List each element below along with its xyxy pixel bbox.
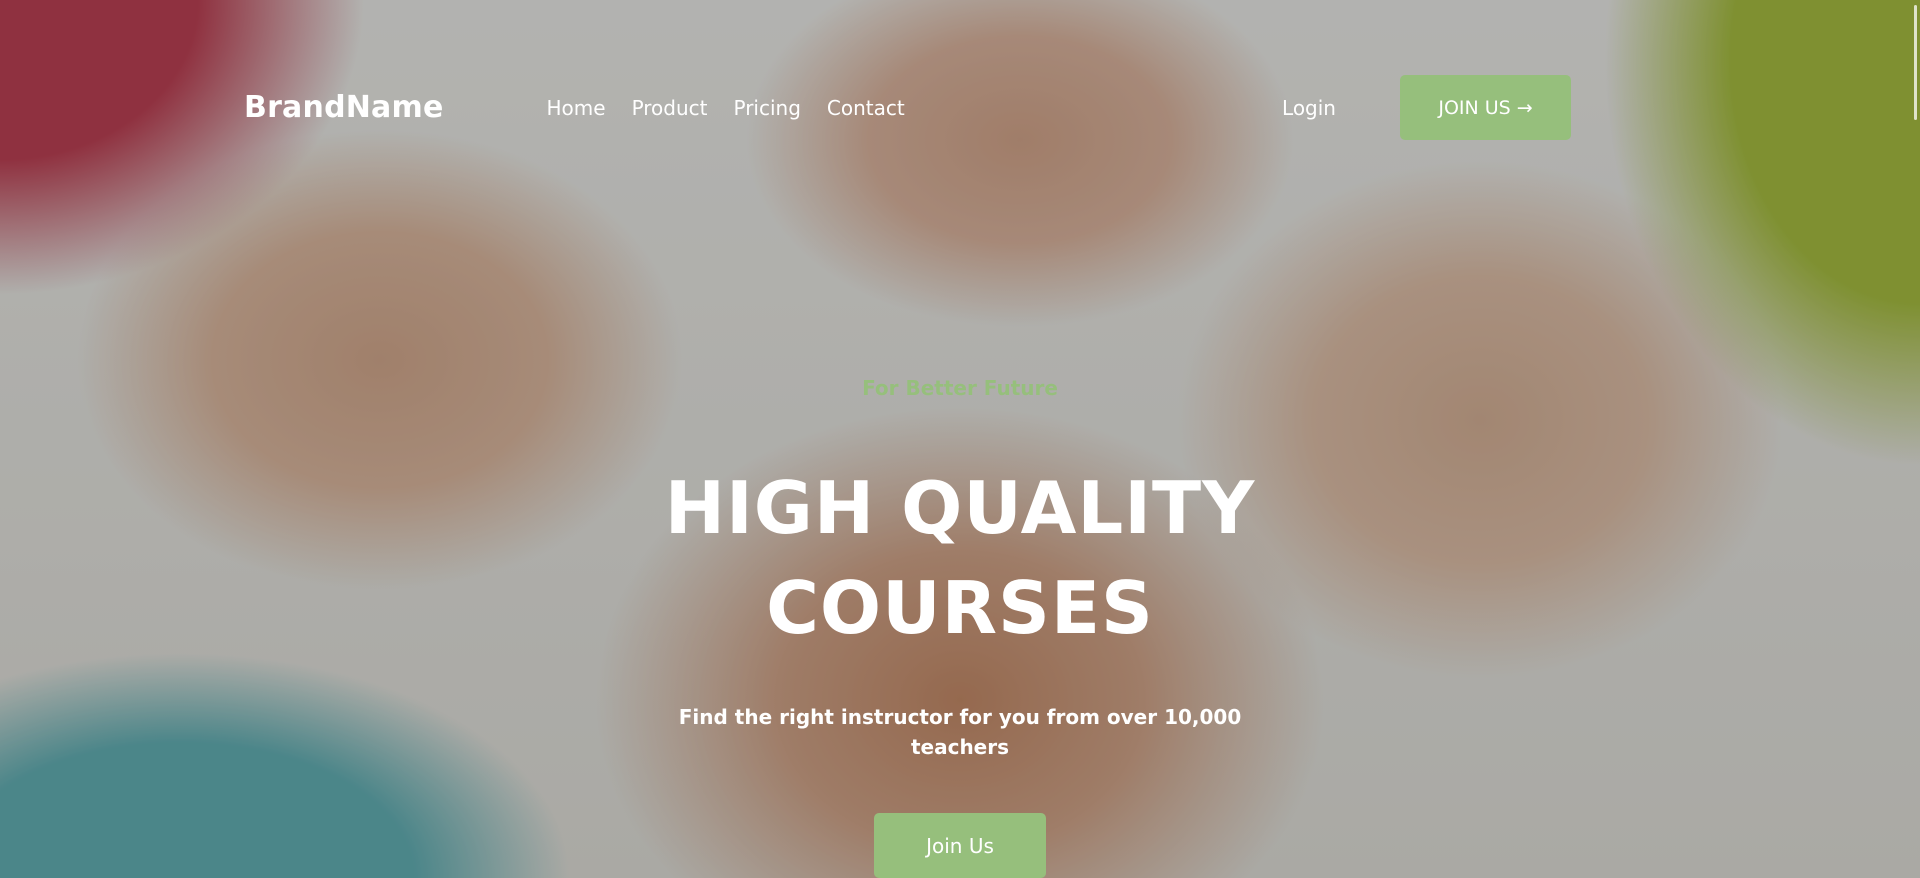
main-nav: Home Product Pricing Contact	[547, 96, 905, 120]
nav-contact[interactable]: Contact	[827, 96, 905, 120]
join-us-label: JOIN US	[1438, 96, 1511, 119]
hero-section: BrandName Home Product Pricing Contact L…	[0, 0, 1920, 878]
hero-tagline: For Better Future	[862, 376, 1058, 400]
headline-line-2: COURSES	[766, 566, 1154, 650]
hero-join-button[interactable]: Join Us	[874, 813, 1046, 878]
page-scrollbar[interactable]	[1910, 0, 1920, 878]
arrow-right-icon: →	[1516, 96, 1533, 119]
nav-home[interactable]: Home	[547, 96, 606, 120]
login-link[interactable]: Login	[1282, 96, 1336, 120]
brand-logo[interactable]: BrandName	[244, 90, 444, 125]
hero-headline: HIGH QUALITY COURSES	[0, 458, 1920, 658]
hero-subtitle: Find the right instructor for you from o…	[678, 705, 1242, 759]
site-header: BrandName Home Product Pricing Contact L…	[244, 75, 1571, 140]
nav-pricing[interactable]: Pricing	[734, 96, 801, 120]
headline-line-1: HIGH QUALITY	[664, 466, 1256, 550]
nav-product[interactable]: Product	[632, 96, 708, 120]
scrollbar-thumb[interactable]	[1914, 5, 1917, 120]
hero-content: BrandName Home Product Pricing Contact L…	[0, 0, 1920, 878]
join-us-button[interactable]: JOIN US →	[1400, 75, 1571, 140]
